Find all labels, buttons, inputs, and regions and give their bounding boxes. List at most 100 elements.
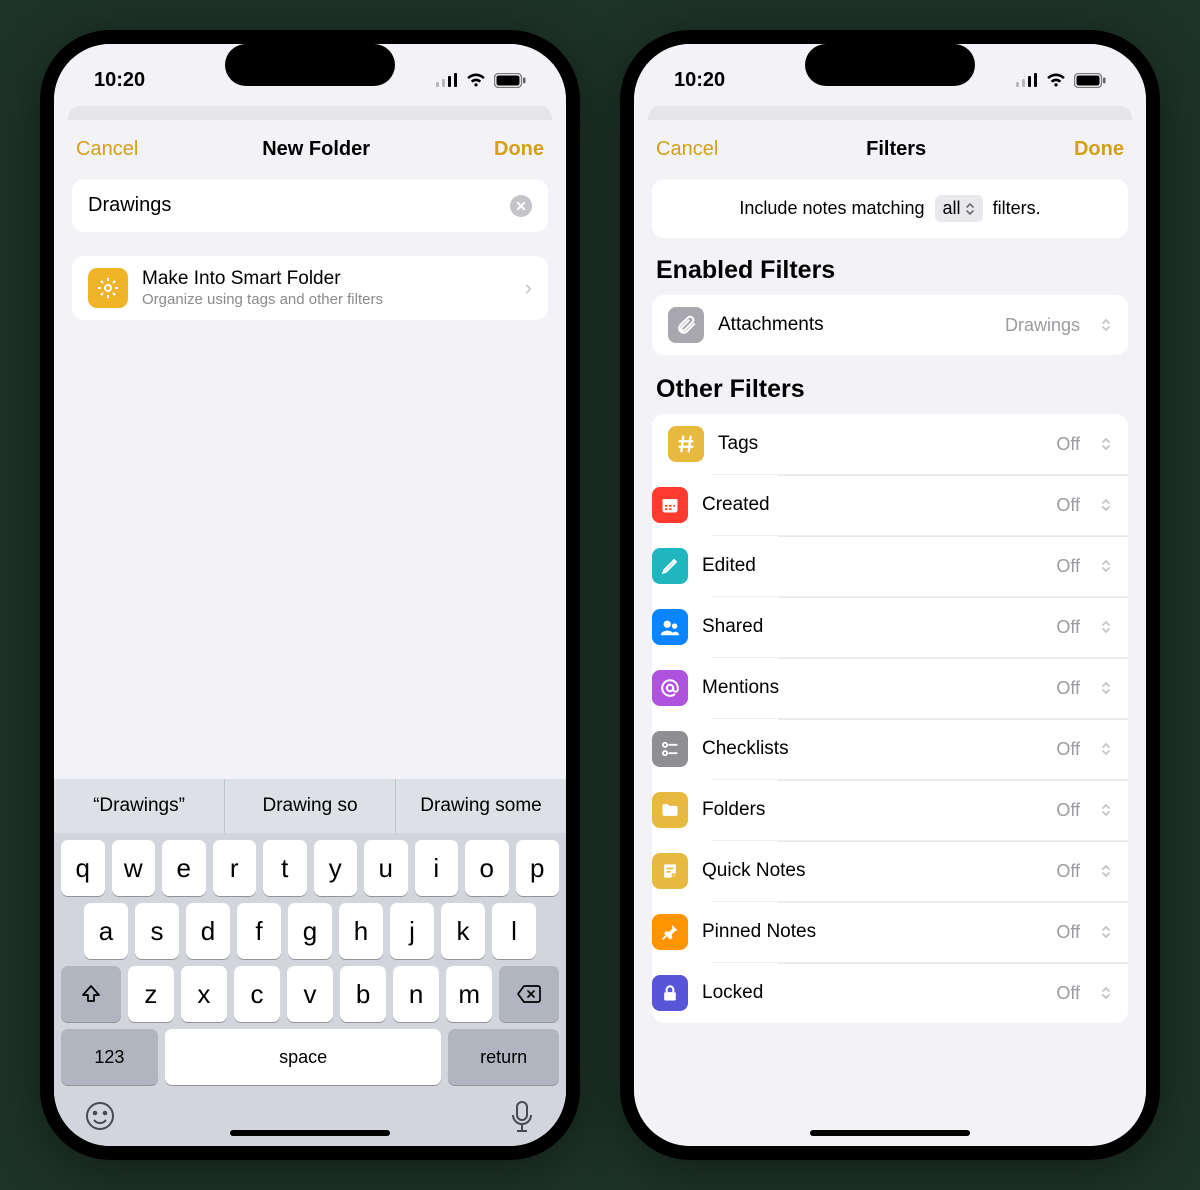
filter-row-shared[interactable]: SharedOff bbox=[712, 596, 1128, 657]
filter-row-checklists[interactable]: ChecklistsOff bbox=[712, 718, 1128, 779]
folder-name-row[interactable] bbox=[72, 179, 548, 232]
folder-icon bbox=[652, 792, 688, 828]
key-t[interactable]: t bbox=[263, 840, 307, 896]
done-button[interactable]: Done bbox=[1074, 138, 1124, 161]
gear-icon bbox=[88, 268, 128, 308]
selector-arrows-icon bbox=[1100, 436, 1112, 452]
cancel-button[interactable]: Cancel bbox=[76, 138, 138, 161]
chevron-right-icon: › bbox=[525, 275, 532, 301]
key-k[interactable]: k bbox=[441, 903, 485, 959]
selector-arrows-icon bbox=[1100, 863, 1112, 879]
key-n[interactable]: n bbox=[393, 966, 439, 1022]
filter-label: Edited bbox=[702, 555, 1042, 577]
key-w[interactable]: w bbox=[112, 840, 156, 896]
selector-arrows-icon bbox=[1100, 558, 1112, 574]
key-h[interactable]: h bbox=[339, 903, 383, 959]
folder-name-input[interactable] bbox=[88, 194, 510, 217]
key-r[interactable]: r bbox=[213, 840, 257, 896]
suggestion-bar: “Drawings”Drawing soDrawing some bbox=[54, 779, 566, 833]
key-a[interactable]: a bbox=[84, 903, 128, 959]
key-l[interactable]: l bbox=[492, 903, 536, 959]
key-b[interactable]: b bbox=[340, 966, 386, 1022]
key-m[interactable]: m bbox=[446, 966, 492, 1022]
filter-label: Pinned Notes bbox=[702, 921, 1042, 943]
status-time: 10:20 bbox=[94, 69, 145, 92]
attach-icon bbox=[668, 307, 704, 343]
modal-title: New Folder bbox=[262, 138, 370, 161]
cancel-button[interactable]: Cancel bbox=[656, 138, 718, 161]
filter-row-edited[interactable]: EditedOff bbox=[712, 535, 1128, 596]
key-j[interactable]: j bbox=[390, 903, 434, 959]
filter-row-locked[interactable]: LockedOff bbox=[712, 962, 1128, 1023]
space-key[interactable]: space bbox=[165, 1029, 442, 1085]
filter-row-attachments[interactable]: Attachments Drawings bbox=[652, 295, 1128, 355]
other-filters-header: Other Filters bbox=[656, 375, 1128, 404]
key-f[interactable]: f bbox=[237, 903, 281, 959]
at-icon bbox=[652, 670, 688, 706]
shift-key[interactable] bbox=[61, 966, 121, 1022]
lock-icon bbox=[652, 975, 688, 1011]
key-z[interactable]: z bbox=[128, 966, 174, 1022]
key-u[interactable]: u bbox=[364, 840, 408, 896]
suggestion[interactable]: Drawing some bbox=[395, 779, 566, 833]
keyboard[interactable]: “Drawings”Drawing soDrawing some qwertyu… bbox=[54, 779, 566, 1146]
key-p[interactable]: p bbox=[516, 840, 560, 896]
mic-key[interactable] bbox=[508, 1100, 536, 1134]
return-key[interactable]: return bbox=[448, 1029, 559, 1085]
key-v[interactable]: v bbox=[287, 966, 333, 1022]
filter-row-mentions[interactable]: MentionsOff bbox=[712, 657, 1128, 718]
filter-row-quick-notes[interactable]: Quick NotesOff bbox=[712, 840, 1128, 901]
wifi-icon bbox=[465, 72, 487, 88]
filter-row-created[interactable]: CreatedOff bbox=[712, 474, 1128, 535]
home-indicator[interactable] bbox=[230, 1130, 390, 1136]
dynamic-island bbox=[805, 44, 975, 86]
hash-icon bbox=[668, 426, 704, 462]
selector-arrows-icon bbox=[1100, 802, 1112, 818]
match-mode-selector[interactable]: all bbox=[935, 195, 983, 222]
phone-left: 10:20 Cancel New Folder Done bbox=[40, 30, 580, 1160]
home-indicator[interactable] bbox=[810, 1130, 970, 1136]
key-y[interactable]: y bbox=[314, 840, 358, 896]
filter-value: Off bbox=[1056, 739, 1080, 760]
filter-value: Drawings bbox=[1005, 315, 1080, 336]
filter-value: Off bbox=[1056, 861, 1080, 882]
filter-value: Off bbox=[1056, 617, 1080, 638]
key-o[interactable]: o bbox=[465, 840, 509, 896]
emoji-key[interactable] bbox=[84, 1100, 116, 1134]
calendar-icon bbox=[652, 487, 688, 523]
filter-label: Folders bbox=[702, 799, 1042, 821]
key-i[interactable]: i bbox=[415, 840, 459, 896]
clear-text-icon[interactable] bbox=[510, 195, 532, 217]
filter-row-pinned-notes[interactable]: Pinned NotesOff bbox=[712, 901, 1128, 962]
smart-folder-subtitle: Organize using tags and other filters bbox=[142, 291, 511, 308]
key-g[interactable]: g bbox=[288, 903, 332, 959]
filter-label: Shared bbox=[702, 616, 1042, 638]
shared-icon bbox=[652, 609, 688, 645]
delete-key[interactable] bbox=[499, 966, 559, 1022]
filter-row-tags[interactable]: TagsOff bbox=[652, 414, 1128, 474]
key-c[interactable]: c bbox=[234, 966, 280, 1022]
suggestion[interactable]: Drawing so bbox=[224, 779, 395, 833]
selector-arrows-icon bbox=[1100, 317, 1112, 333]
pencil-icon bbox=[652, 548, 688, 584]
filter-value: Off bbox=[1056, 800, 1080, 821]
filter-label: Locked bbox=[702, 982, 1042, 1004]
key-x[interactable]: x bbox=[181, 966, 227, 1022]
filter-label: Tags bbox=[718, 433, 1042, 455]
make-smart-folder-row[interactable]: Make Into Smart Folder Organize using ta… bbox=[72, 256, 548, 320]
filter-row-folders[interactable]: FoldersOff bbox=[712, 779, 1128, 840]
filter-label: Attachments bbox=[718, 314, 991, 336]
pin-icon bbox=[652, 914, 688, 950]
cellular-icon bbox=[1016, 73, 1038, 87]
key-s[interactable]: s bbox=[135, 903, 179, 959]
selector-arrows-icon bbox=[1100, 680, 1112, 696]
key-e[interactable]: e bbox=[162, 840, 206, 896]
filter-value: Off bbox=[1056, 922, 1080, 943]
key-d[interactable]: d bbox=[186, 903, 230, 959]
numbers-key[interactable]: 123 bbox=[61, 1029, 158, 1085]
filter-label: Quick Notes bbox=[702, 860, 1042, 882]
key-q[interactable]: q bbox=[61, 840, 105, 896]
battery-icon bbox=[494, 73, 526, 88]
done-button[interactable]: Done bbox=[494, 138, 544, 161]
suggestion[interactable]: “Drawings” bbox=[54, 779, 224, 833]
